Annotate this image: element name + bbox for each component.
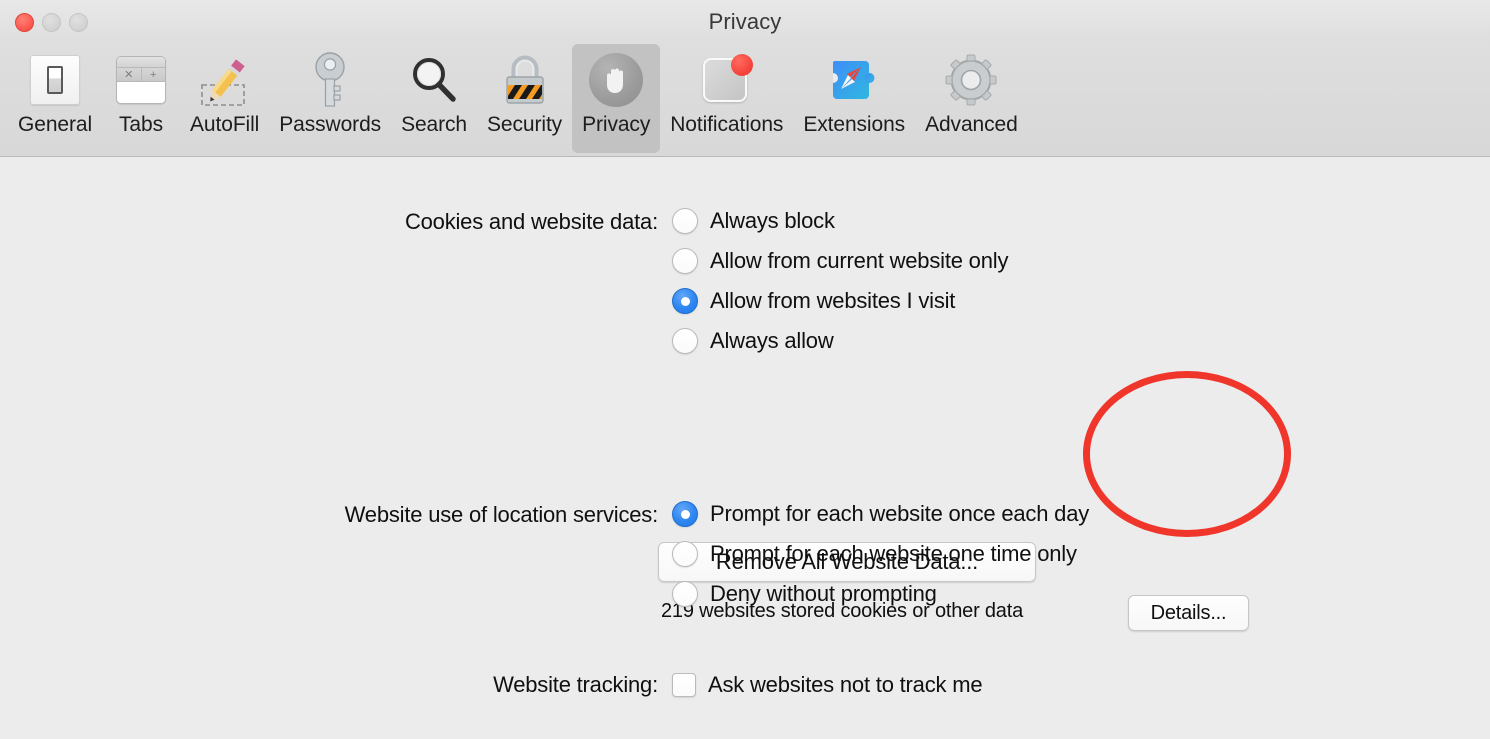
tab-advanced[interactable]: Advanced [915,44,1028,153]
preferences-window: Privacy General ✕ + Tabs AutoFill Passwo… [0,0,1490,739]
cookies-option-0-label: Always block [710,208,835,233]
tab-tabs-label: Tabs [119,113,163,136]
padlock-icon [496,50,554,110]
preferences-toolbar: General ✕ + Tabs AutoFill Passwords Sear… [0,44,1490,157]
tab-search-label: Search [401,113,468,136]
radio-always-allow[interactable] [672,328,698,354]
tab-tabs[interactable]: ✕ + Tabs [102,44,180,153]
ask-not-to-track-label: Ask websites not to track me [708,672,983,697]
radio-deny-without-prompting[interactable] [672,581,698,607]
cookies-row: Cookies and website data: Always block A… [322,201,1008,361]
location-option-1-label: Prompt for each website one time only [710,541,1077,566]
location-option-0-label: Prompt for each website once each day [710,501,1090,526]
tab-general[interactable]: General [8,44,102,153]
notification-badge-icon [698,50,756,110]
cookies-option-2-label: Allow from websites I visit [710,288,956,313]
details-button[interactable]: Details... [1128,595,1249,631]
tab-privacy[interactable]: Privacy [572,44,661,153]
location-option-once-each-day[interactable]: Prompt for each website once each day [672,494,1089,534]
cookies-option-always-block[interactable]: Always block [672,201,1008,241]
location-services-row: Website use of location services: Prompt… [244,494,1089,614]
hand-icon [587,50,645,110]
location-services-label: Website use of location services: [344,502,659,527]
tab-general-label: General [18,113,93,136]
tab-notifications-label: Notifications [670,113,784,136]
tab-search[interactable]: Search [391,44,477,153]
tab-advanced-label: Advanced [925,113,1018,136]
radio-always-block[interactable] [672,208,698,234]
general-window-icon [26,50,84,110]
tabs-icon: ✕ + [112,50,170,110]
cookies-option-current-website-only[interactable]: Allow from current website only [672,241,1008,281]
cookies-option-3-label: Always allow [710,328,834,353]
tracking-checkbox-row[interactable]: Ask websites not to track me [672,665,983,705]
privacy-pane: Cookies and website data: Always block A… [0,157,1490,739]
magnifier-icon [405,50,463,110]
tab-security-label: Security [487,113,563,136]
tab-passwords-label: Passwords [279,113,382,136]
location-option-one-time-only[interactable]: Prompt for each website one time only [672,534,1089,574]
cookies-option-websites-i-visit[interactable]: Allow from websites I visit [672,281,1008,321]
tab-autofill[interactable]: AutoFill [180,44,269,153]
ask-not-to-track-checkbox[interactable] [672,673,696,697]
window-titlebar: Privacy [0,0,1490,44]
pencil-autofill-icon [196,50,254,110]
cookies-option-1-label: Allow from current website only [710,248,1009,273]
radio-allow-current-website-only[interactable] [672,248,698,274]
cookies-radio-group: Always block Allow from current website … [672,201,1008,361]
tab-notifications[interactable]: Notifications [660,44,793,153]
location-option-deny[interactable]: Deny without prompting [672,574,1089,614]
cookies-option-always-allow[interactable]: Always allow [672,321,1008,361]
tab-autofill-label: AutoFill [190,113,260,136]
tab-passwords[interactable]: Passwords [269,44,391,153]
tab-security[interactable]: Security [477,44,572,153]
radio-allow-websites-i-visit[interactable] [672,288,698,314]
radio-prompt-one-time-only[interactable] [672,541,698,567]
cookies-label: Cookies and website data: [404,209,658,234]
location-radio-group: Prompt for each website once each day Pr… [672,494,1089,614]
tab-privacy-label: Privacy [582,113,651,136]
tab-extensions-label: Extensions [803,113,906,136]
website-tracking-row: Website tracking: Ask websites not to tr… [432,665,983,705]
puzzle-safari-icon [825,50,883,110]
key-icon [301,50,359,110]
location-option-2-label: Deny without prompting [710,581,937,606]
radio-prompt-once-each-day[interactable] [672,501,698,527]
gear-icon [942,50,1000,110]
window-title: Privacy [708,9,782,34]
tab-extensions[interactable]: Extensions [793,44,915,153]
website-tracking-label: Website tracking: [493,672,658,697]
